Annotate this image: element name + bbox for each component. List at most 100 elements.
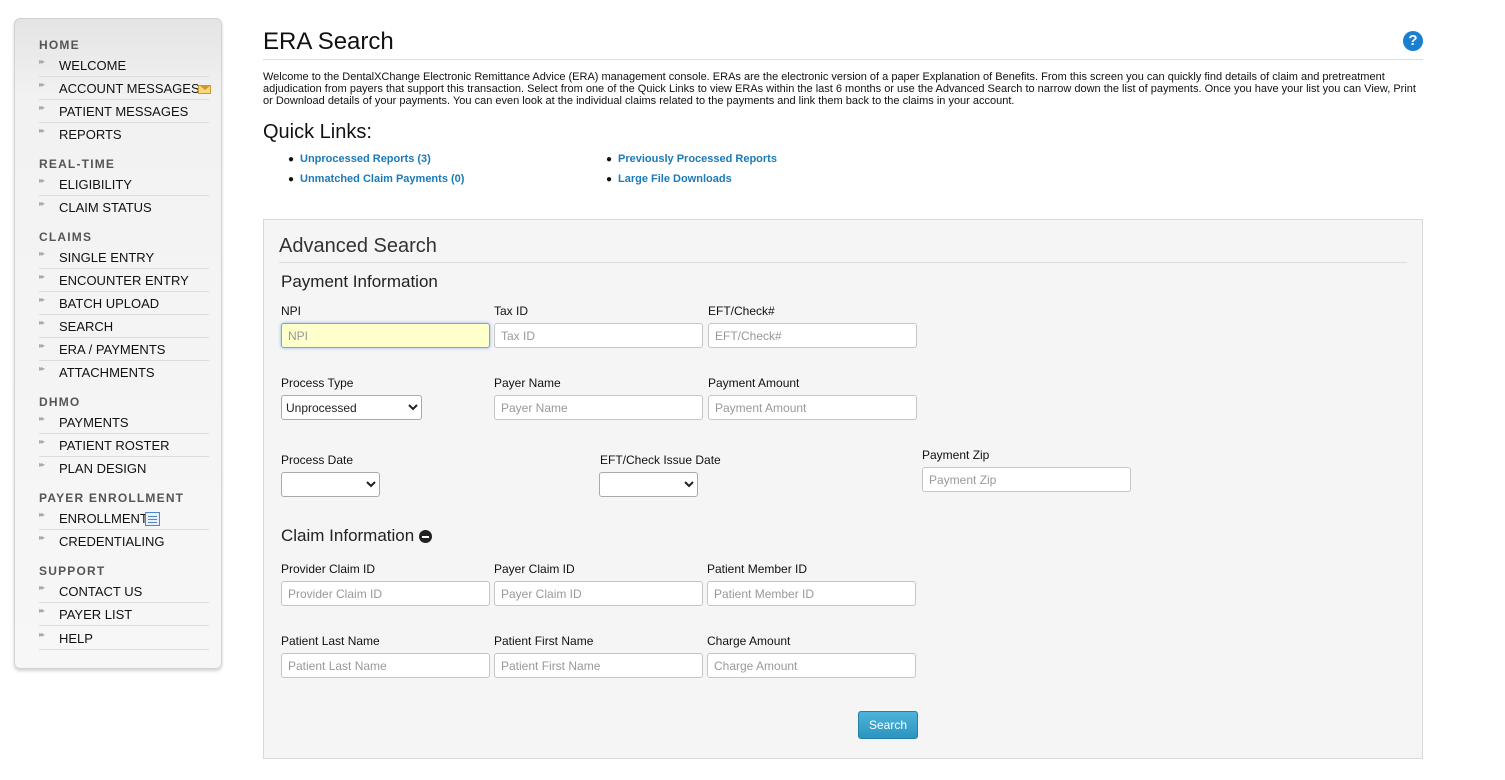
payment-information-title: Payment Information [281, 272, 438, 291]
quick-link-unmatched-claim-payments[interactable]: Unmatched Claim Payments (0) [300, 173, 464, 185]
charge-amount-input[interactable] [707, 653, 916, 678]
sidebar-item-encounter-entry[interactable]: ▸▸ ENCOUNTER ENTRY [39, 269, 209, 292]
payment-zip-input[interactable] [922, 467, 1131, 492]
payer-claim-id-input[interactable] [494, 581, 703, 606]
patient-first-name-input[interactable] [494, 653, 703, 678]
sidebar-item-label: CONTACT US [59, 584, 143, 599]
double-chevron-icon: ▸▸ [39, 80, 45, 89]
sidebar-item-patient-messages[interactable]: ▸▸ PATIENT MESSAGES [39, 100, 209, 123]
double-chevron-icon: ▸▸ [39, 126, 45, 135]
sidebar-item-label: PLAN DESIGN [59, 461, 147, 476]
sidebar-item-search[interactable]: ▸▸ SEARCH [39, 315, 209, 338]
npi-input[interactable] [281, 323, 490, 348]
sidebar-item-reports[interactable]: ▸▸ REPORTS [39, 123, 209, 146]
sidebar-item-label: ERA / PAYMENTS [59, 342, 166, 357]
advanced-search-panel [263, 219, 1423, 759]
sidebar-item-patient-roster[interactable]: ▸▸ PATIENT ROSTER [39, 434, 209, 457]
double-chevron-icon: ▸▸ [39, 103, 45, 112]
process-date-select[interactable] [281, 472, 380, 497]
payer-name-input[interactable] [494, 395, 703, 420]
double-chevron-icon: ▸▸ [39, 510, 45, 519]
claim-information-title: Claim Information [281, 526, 415, 545]
payment-amount-input[interactable] [708, 395, 917, 420]
sidebar-item-credentialing[interactable]: ▸▸ CREDENTIALING [39, 530, 209, 553]
search-button[interactable]: Search [858, 711, 918, 739]
sidebar-section-real-time: REAL-TIME [39, 157, 116, 171]
sidebar-item-welcome[interactable]: ▸▸ WELCOME [39, 54, 209, 77]
sidebar-item-label: WELCOME [59, 58, 127, 73]
quick-links-title: Quick Links: [263, 121, 372, 143]
sidebar-item-label: CLAIM STATUS [59, 200, 152, 215]
envelope-icon [198, 85, 211, 94]
eft-check-label: EFT/Check# [708, 304, 775, 318]
sidebar-section-dhmo: DHMO [39, 395, 81, 409]
payment-amount-label: Payment Amount [708, 376, 800, 390]
double-chevron-icon: ▸▸ [39, 460, 45, 469]
sidebar-item-label: HELP [59, 631, 93, 646]
sidebar-item-label: SINGLE ENTRY [59, 250, 155, 265]
sidebar-item-label: ELIGIBILITY [59, 177, 132, 192]
sidebar-item-account-messages[interactable]: ▸▸ ACCOUNT MESSAGES [39, 77, 211, 100]
sidebar-item-single-entry[interactable]: ▸▸ SINGLE ENTRY [39, 246, 209, 269]
provider-claim-id-input[interactable] [281, 581, 490, 606]
help-icon[interactable]: ? [1403, 31, 1423, 51]
double-chevron-icon: ▸▸ [39, 437, 45, 446]
intro-text: Welcome to the DentalXChange Electronic … [263, 71, 1416, 107]
quick-link-previously-processed-reports[interactable]: Previously Processed Reports [618, 153, 777, 165]
document-icon [145, 512, 160, 526]
double-chevron-icon: ▸▸ [39, 414, 45, 423]
double-chevron-icon: ▸▸ [39, 533, 45, 542]
double-chevron-icon: ▸▸ [39, 272, 45, 281]
process-date-label: Process Date [281, 453, 354, 467]
eft-check-input[interactable] [708, 323, 917, 348]
double-chevron-icon: ▸▸ [39, 176, 45, 185]
patient-last-name-input[interactable] [281, 653, 490, 678]
double-chevron-icon: ▸▸ [39, 583, 45, 592]
sidebar-item-label: ENROLLMENT [59, 511, 148, 526]
double-chevron-icon: ▸▸ [39, 199, 45, 208]
double-chevron-icon: ▸▸ [39, 57, 45, 66]
title-divider [263, 59, 1423, 60]
charge-amount-label: Charge Amount [707, 634, 791, 648]
process-type-label: Process Type [281, 376, 354, 390]
double-chevron-icon: ▸▸ [39, 630, 45, 639]
double-chevron-icon: ▸▸ [39, 249, 45, 258]
sidebar-item-label: ENCOUNTER ENTRY [59, 273, 189, 288]
sidebar-item-label: SEARCH [59, 319, 114, 334]
double-chevron-icon: ▸▸ [39, 606, 45, 615]
sidebar-section-home: HOME [39, 38, 80, 52]
sidebar-item-payments[interactable]: ▸▸ PAYMENTS [39, 411, 209, 434]
eft-issue-date-select[interactable] [599, 472, 698, 497]
bullet-icon: ● [606, 174, 613, 185]
sidebar-item-claim-status[interactable]: ▸▸ CLAIM STATUS [39, 196, 209, 219]
patient-member-id-input[interactable] [707, 581, 916, 606]
sidebar-item-help[interactable]: ▸▸ HELP [39, 627, 209, 650]
sidebar-item-contact-us[interactable]: ▸▸ CONTACT US [39, 580, 209, 603]
payer-name-label: Payer Name [494, 376, 561, 390]
sidebar-item-plan-design[interactable]: ▸▸ PLAN DESIGN [39, 457, 209, 480]
quick-link-unprocessed-reports[interactable]: Unprocessed Reports (3) [300, 153, 431, 165]
sidebar-item-label: ATTACHMENTS [59, 365, 155, 380]
sidebar-item-enrollment[interactable]: ▸▸ ENROLLMENT [39, 507, 209, 530]
sidebar-item-label: PATIENT MESSAGES [59, 104, 189, 119]
page-title: ERA Search [263, 28, 394, 55]
double-chevron-icon: ▸▸ [39, 364, 45, 373]
payment-zip-label: Payment Zip [922, 448, 990, 462]
npi-label: NPI [281, 304, 302, 318]
quick-link-large-file-downloads[interactable]: Large File Downloads [618, 173, 732, 185]
tax-id-input[interactable] [494, 323, 703, 348]
collapse-minus-icon[interactable] [419, 530, 432, 543]
sidebar-item-batch-upload[interactable]: ▸▸ BATCH UPLOAD [39, 292, 209, 315]
payer-claim-id-label: Payer Claim ID [494, 562, 575, 576]
sidebar-section-support: SUPPORT [39, 564, 106, 578]
sidebar-item-payer-list[interactable]: ▸▸ PAYER LIST [39, 603, 209, 626]
sidebar-nav: HOME ▸▸ WELCOME ▸▸ ACCOUNT MESSAGES ▸▸ P… [14, 18, 222, 669]
sidebar-item-eligibility[interactable]: ▸▸ ELIGIBILITY [39, 173, 209, 196]
sidebar-item-era-payments[interactable]: ▸▸ ERA / PAYMENTS [39, 338, 209, 361]
double-chevron-icon: ▸▸ [39, 318, 45, 327]
process-type-select[interactable]: Unprocessed [281, 395, 422, 420]
patient-last-name-label: Patient Last Name [281, 634, 380, 648]
sidebar-item-label: CREDENTIALING [59, 534, 165, 549]
bullet-icon: ● [288, 154, 295, 165]
sidebar-item-attachments[interactable]: ▸▸ ATTACHMENTS [39, 361, 209, 384]
